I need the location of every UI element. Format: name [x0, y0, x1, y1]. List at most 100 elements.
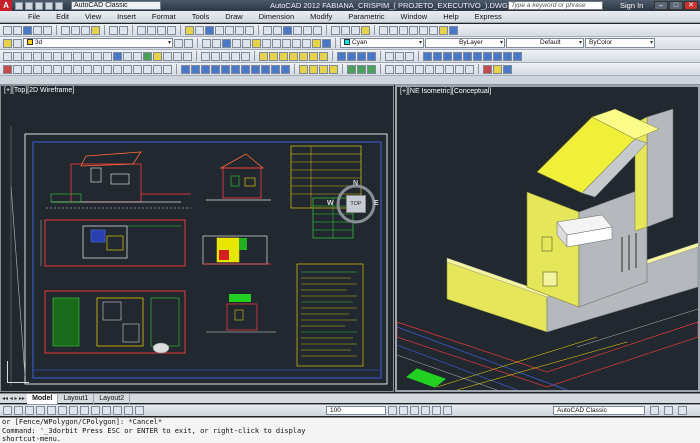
- free-orbit-icon[interactable]: [357, 64, 366, 74]
- open-icon[interactable]: [13, 25, 22, 35]
- sweep-icon[interactable]: [357, 51, 366, 61]
- left-view-icon[interactable]: [443, 51, 452, 61]
- plot-icon[interactable]: [232, 38, 241, 48]
- design-center-icon[interactable]: [195, 25, 204, 35]
- annotation-visibility-icon[interactable]: [443, 406, 452, 415]
- publish-icon[interactable]: [313, 25, 322, 35]
- viewcube-north[interactable]: N: [353, 180, 358, 187]
- transparency-icon[interactable]: [113, 406, 122, 415]
- extrude-icon[interactable]: [337, 51, 346, 61]
- copy-icon[interactable]: [341, 25, 350, 35]
- layer-properties-icon[interactable]: [3, 38, 12, 48]
- zoom-previous-icon[interactable]: [167, 25, 176, 35]
- dim-linear-icon[interactable]: [181, 64, 190, 74]
- pan-icon[interactable]: [282, 38, 291, 48]
- linetype-combo[interactable]: ByLayer: [425, 38, 505, 48]
- ne-iso-icon[interactable]: [503, 51, 512, 61]
- zoom-window-icon[interactable]: [419, 25, 428, 35]
- search-input[interactable]: Type a keyword or phrase: [508, 1, 603, 10]
- tab-layout1[interactable]: Layout1: [58, 393, 95, 404]
- origin-ucs-icon[interactable]: [445, 64, 454, 74]
- world-ucs-icon[interactable]: [395, 64, 404, 74]
- command-line[interactable]: or [Fence/WPolygon/CPolygon]: *Cancel* C…: [0, 417, 700, 443]
- ucs-previous-icon[interactable]: [405, 64, 414, 74]
- allow-disallow-ucs-icon[interactable]: [80, 406, 89, 415]
- ellipse-icon[interactable]: [93, 51, 102, 61]
- ortho-mode-icon[interactable]: [25, 406, 34, 415]
- copy-icon[interactable]: [71, 25, 80, 35]
- tab-layout2[interactable]: Layout2: [94, 393, 131, 404]
- copy-icon[interactable]: [13, 64, 22, 74]
- viewcube[interactable]: TOP N E W: [327, 180, 379, 227]
- scale-icon[interactable]: [73, 64, 82, 74]
- menu-tools[interactable]: Tools: [184, 11, 218, 23]
- open-icon[interactable]: [212, 38, 221, 48]
- undo-icon[interactable]: [45, 1, 53, 10]
- preview-icon[interactable]: [303, 25, 312, 35]
- materials-icon[interactable]: [503, 64, 512, 74]
- join-icon[interactable]: [133, 64, 142, 74]
- match-properties-icon[interactable]: [91, 25, 100, 35]
- 3d-object-snap-icon[interactable]: [58, 406, 67, 415]
- match-properties-icon[interactable]: [361, 25, 370, 35]
- maximize-button[interactable]: □: [669, 1, 683, 10]
- revolve-icon[interactable]: [347, 51, 356, 61]
- id-point-icon[interactable]: [241, 51, 250, 61]
- open-icon[interactable]: [25, 1, 33, 10]
- make-current-layer-icon[interactable]: [174, 38, 183, 48]
- menu-edit[interactable]: Edit: [48, 11, 77, 23]
- dim-aligned-icon[interactable]: [191, 64, 200, 74]
- polyline-icon[interactable]: [23, 51, 32, 61]
- construction-line-icon[interactable]: [13, 51, 22, 61]
- undo-icon[interactable]: [379, 25, 388, 35]
- extend-icon[interactable]: [103, 64, 112, 74]
- sheet-set-icon[interactable]: [215, 25, 224, 35]
- annotation-scale-icon[interactable]: [432, 406, 441, 415]
- menu-express[interactable]: Express: [467, 11, 510, 23]
- pan-icon[interactable]: [388, 406, 397, 415]
- sign-in-button[interactable]: Sign In: [620, 0, 643, 11]
- tool-palettes-icon[interactable]: [322, 38, 331, 48]
- dynamic-input-icon[interactable]: [91, 406, 100, 415]
- help-icon[interactable]: [245, 25, 254, 35]
- plot-icon[interactable]: [293, 25, 302, 35]
- rectangle-icon[interactable]: [43, 51, 52, 61]
- baseline-icon[interactable]: [271, 64, 280, 74]
- save-icon[interactable]: [35, 1, 43, 10]
- list-icon[interactable]: [231, 51, 240, 61]
- grid-display-icon[interactable]: [14, 406, 23, 415]
- properties-icon[interactable]: [439, 25, 448, 35]
- cylinder-icon[interactable]: [279, 51, 288, 61]
- viewcube-top-face[interactable]: TOP: [346, 195, 366, 213]
- workspace-selector[interactable]: AutoCAD Classic: [71, 1, 161, 10]
- sw-iso-icon[interactable]: [483, 51, 492, 61]
- realistic-icon[interactable]: [319, 64, 328, 74]
- zoom-window-icon[interactable]: [157, 25, 166, 35]
- pan-icon[interactable]: [399, 25, 408, 35]
- match-properties-icon[interactable]: [252, 38, 261, 48]
- menu-view[interactable]: View: [77, 11, 109, 23]
- markup-icon[interactable]: [225, 25, 234, 35]
- redo-icon[interactable]: [272, 38, 281, 48]
- layer-states-icon[interactable]: [13, 38, 22, 48]
- plot-icon[interactable]: [33, 25, 42, 35]
- area-icon[interactable]: [211, 51, 220, 61]
- viewcube-west[interactable]: W: [327, 200, 334, 207]
- subtract-icon[interactable]: [395, 51, 404, 61]
- cone-icon[interactable]: [289, 51, 298, 61]
- redo-icon[interactable]: [119, 25, 128, 35]
- menu-format[interactable]: Format: [144, 11, 184, 23]
- dim-arc-icon[interactable]: [201, 64, 210, 74]
- z-axis-ucs-icon[interactable]: [455, 64, 464, 74]
- nw-iso-icon[interactable]: [513, 51, 522, 61]
- qnew-icon[interactable]: [202, 38, 211, 48]
- move-icon[interactable]: [53, 64, 62, 74]
- polar-tracking-icon[interactable]: [36, 406, 45, 415]
- zoom-realtime-icon[interactable]: [409, 25, 418, 35]
- se-iso-icon[interactable]: [493, 51, 502, 61]
- open-icon[interactable]: [273, 25, 282, 35]
- zoom-realtime-icon[interactable]: [292, 38, 301, 48]
- selection-cycling-icon[interactable]: [135, 406, 144, 415]
- torus-icon[interactable]: [309, 51, 318, 61]
- steering-wheel-icon[interactable]: [410, 406, 419, 415]
